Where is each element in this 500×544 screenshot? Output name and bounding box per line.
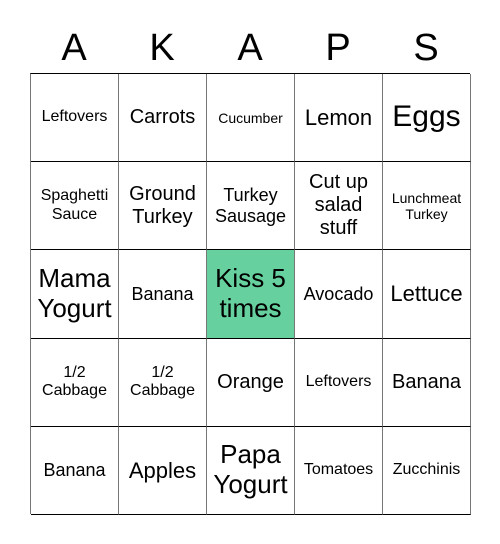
bingo-cell[interactable]: Tomatoes	[295, 426, 383, 515]
bingo-cell[interactable]: Leftovers	[295, 338, 383, 427]
bingo-cell[interactable]: Ground Turkey	[119, 162, 207, 251]
free-space-cell[interactable]: Kiss 5 times	[207, 250, 295, 339]
bingo-cell[interactable]: Papa Yogurt	[207, 426, 295, 515]
bingo-cell[interactable]: Banana	[31, 426, 119, 515]
bingo-cell[interactable]: 1/2 Cabbage	[119, 338, 207, 427]
header-letter: P	[325, 27, 351, 69]
bingo-cell[interactable]: Orange	[207, 338, 295, 427]
bingo-cell[interactable]: Eggs	[383, 74, 471, 163]
bingo-cell[interactable]: Zucchinis	[383, 426, 471, 515]
bingo-cell[interactable]: Avocado	[295, 250, 383, 339]
bingo-cell[interactable]: 1/2 Cabbage	[31, 338, 119, 427]
header-letter: S	[413, 27, 439, 69]
bingo-cell[interactable]: Carrots	[119, 74, 207, 163]
bingo-cell[interactable]: Leftovers	[31, 74, 119, 163]
header-letter: A	[237, 27, 263, 69]
bingo-cell[interactable]: Lettuce	[383, 250, 471, 339]
bingo-cell[interactable]: Banana	[119, 250, 207, 339]
bingo-cell[interactable]: Lunchmeat Turkey	[383, 162, 471, 251]
bingo-cell[interactable]: Spaghetti Sauce	[31, 162, 119, 251]
bingo-cell[interactable]: Cucumber	[207, 74, 295, 163]
bingo-cell[interactable]: Apples	[119, 426, 207, 515]
bingo-grid: Leftovers Carrots Cucumber Lemon Eggs Spaghet…	[30, 73, 471, 515]
bingo-cell[interactable]: Lemon	[295, 74, 383, 163]
bingo-cell[interactable]: Banana	[383, 338, 471, 427]
bingo-cell[interactable]: Turkey Sausage	[207, 162, 295, 251]
bingo-header: A K A P S	[30, 24, 470, 72]
header-letter: K	[149, 27, 175, 69]
header-letter: A	[61, 27, 87, 69]
bingo-cell[interactable]: Cut up salad stuff	[295, 162, 383, 251]
bingo-cell[interactable]: Mama Yogurt	[31, 250, 119, 339]
